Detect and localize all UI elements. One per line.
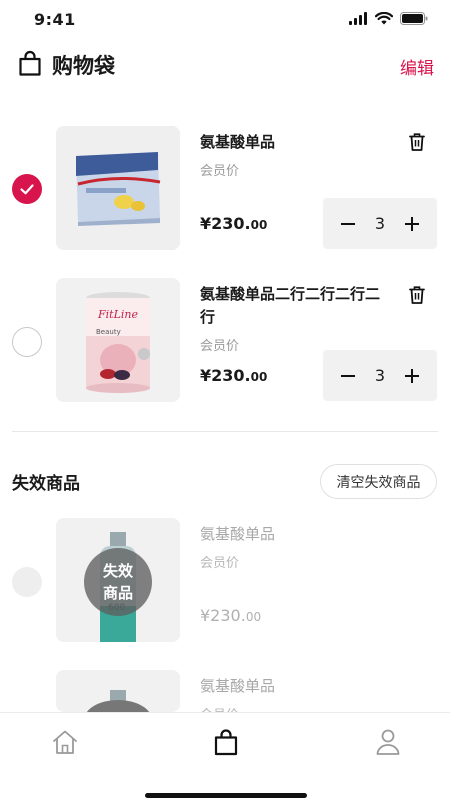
plus-icon <box>405 216 419 231</box>
product-image[interactable]: FitLine Beauty <box>56 278 180 402</box>
quantity-value: 3 <box>374 214 386 233</box>
tab-bar <box>0 712 450 800</box>
product-name: 氨基酸单品 <box>200 677 276 695</box>
product-box-image <box>56 126 180 250</box>
price-cents: 00 <box>250 370 268 384</box>
product-image: 600 失效 商品 <box>56 518 180 642</box>
edit-button[interactable]: 编辑 <box>400 54 434 79</box>
select-checkbox[interactable] <box>12 327 42 357</box>
user-icon[interactable] <box>373 727 403 757</box>
decrease-button[interactable] <box>337 213 359 235</box>
product-price: ¥230.00 <box>200 366 267 385</box>
trash-icon[interactable] <box>406 131 428 153</box>
decrease-button[interactable] <box>337 365 359 387</box>
home-icon[interactable] <box>50 727 80 757</box>
shopping-bag-icon <box>19 50 41 76</box>
status-icons <box>349 12 428 25</box>
member-price-label: 会员价 <box>200 164 240 179</box>
quantity-value: 3 <box>374 366 386 385</box>
badge-line-1: 失效 <box>102 562 133 580</box>
price-cents: 00 <box>245 610 262 624</box>
member-price-label: 会员价 <box>200 556 240 571</box>
product-image-partial <box>56 670 180 712</box>
plus-icon <box>405 368 419 383</box>
invalid-badge: 失效 商品 <box>84 548 152 616</box>
product-name: 氨基酸单品 <box>200 525 276 543</box>
product-name[interactable]: 氨基酸单品二行二行二行二行 <box>200 283 388 329</box>
svg-text:Beauty: Beauty <box>96 328 121 336</box>
price-main: ¥230. <box>200 606 246 625</box>
minus-icon <box>341 374 355 377</box>
status-bar: 9:41 <box>0 0 450 40</box>
bag-icon[interactable] <box>211 727 241 757</box>
trash-icon[interactable] <box>406 284 428 306</box>
select-checkbox[interactable] <box>12 174 42 204</box>
home-indicator <box>145 793 307 798</box>
product-image[interactable] <box>56 126 180 250</box>
minus-icon <box>341 222 355 225</box>
signal-icon <box>349 12 367 25</box>
wifi-icon <box>375 12 393 25</box>
quantity-stepper: 3 <box>323 350 437 401</box>
section-divider <box>12 431 438 432</box>
product-jar-image: FitLine Beauty <box>56 278 180 402</box>
page-title: 购物袋 <box>52 54 115 78</box>
checkmark-icon <box>20 184 34 195</box>
increase-button[interactable] <box>401 213 423 235</box>
badge-line-2: 商品 <box>102 584 133 602</box>
member-price-label: 会员价 <box>200 339 240 354</box>
quantity-stepper: 3 <box>323 198 437 249</box>
svg-text:FitLine: FitLine <box>97 308 138 321</box>
price-main: ¥230. <box>200 366 251 385</box>
price-main: ¥230. <box>200 214 251 233</box>
product-price: ¥230.00 <box>200 606 261 625</box>
invalid-section-title: 失效商品 <box>12 474 80 494</box>
status-time: 9:41 <box>34 10 76 29</box>
page-header: 购物袋 编辑 <box>0 44 450 88</box>
price-cents: 00 <box>250 218 268 232</box>
clear-invalid-button[interactable]: 清空失效商品 <box>320 464 437 499</box>
product-image <box>56 670 180 712</box>
product-price: ¥230.00 <box>200 214 267 233</box>
disabled-checkbox <box>12 567 42 597</box>
battery-icon <box>400 12 428 25</box>
increase-button[interactable] <box>401 365 423 387</box>
product-name[interactable]: 氨基酸单品 <box>200 131 388 154</box>
